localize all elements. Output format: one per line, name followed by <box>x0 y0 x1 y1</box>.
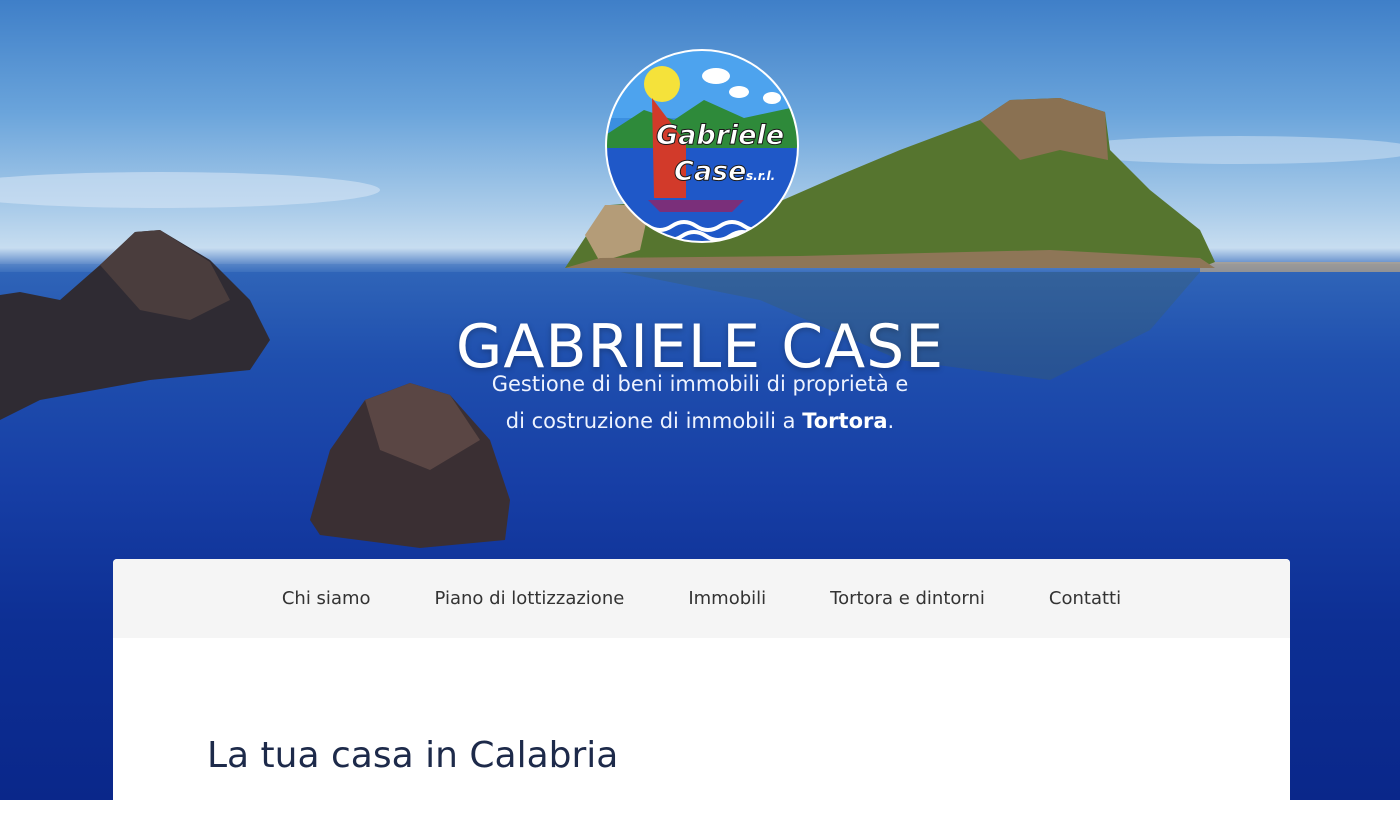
site-tagline: Gestione di beni immobili di proprietà e… <box>0 366 1400 440</box>
nav-item-immobili[interactable]: Immobili <box>656 588 798 609</box>
content-card: Chi siamo Piano di lottizzazione Immobil… <box>113 559 1290 819</box>
company-logo[interactable]: Gabriele Case s.r.l. <box>604 48 800 244</box>
logo-text-line1: Gabriele <box>656 120 784 151</box>
tagline-line-1: Gestione di beni immobili di proprietà e <box>491 372 909 396</box>
page-heading: La tua casa in Calabria <box>207 735 619 776</box>
nav-item-piano-di-lottizzazione[interactable]: Piano di lottizzazione <box>403 588 657 609</box>
tagline-line-2-text: di costruzione di immobili a <box>505 409 803 433</box>
tagline-highlight: Tortora <box>802 409 888 433</box>
logo-text-line2: Case <box>674 156 746 187</box>
nav-item-tortora-e-dintorni[interactable]: Tortora e dintorni <box>798 588 1017 609</box>
nav-item-chi-siamo[interactable]: Chi siamo <box>250 588 403 609</box>
tagline-suffix: . <box>887 409 895 433</box>
main-navigation: Chi siamo Piano di lottizzazione Immobil… <box>113 559 1290 638</box>
tagline-line-2: di costruzione di immobili a Tortora. <box>0 403 1400 440</box>
nav-item-contatti[interactable]: Contatti <box>1017 588 1153 609</box>
logo-text-suffix: s.r.l. <box>746 169 775 183</box>
